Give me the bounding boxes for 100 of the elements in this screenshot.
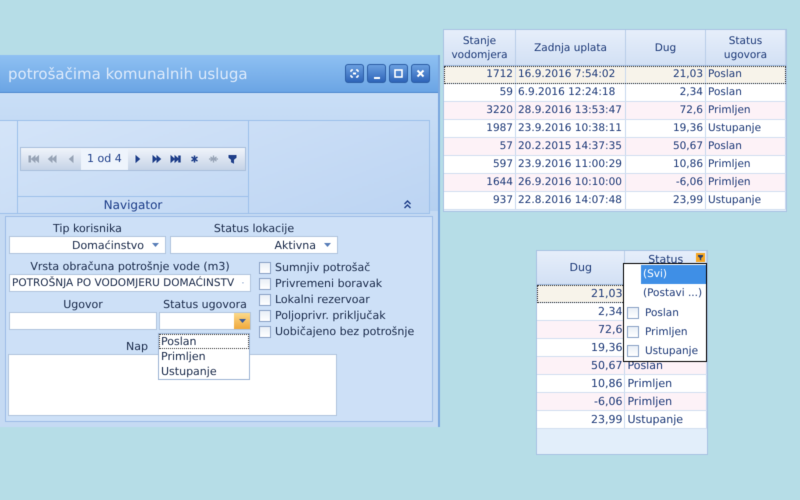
asterisk-icon (188, 154, 200, 164)
table-cell: 21,03 (626, 66, 706, 83)
table-row[interactable]: -6,06 Primljen (537, 393, 707, 411)
table-cell: 72,6 (626, 102, 706, 119)
dropdown[interactable] (159, 312, 251, 330)
table-cell: Primljen (625, 375, 707, 392)
maximize-icon (392, 67, 405, 80)
table-cell: 26.9.2016 10:10:00 (516, 174, 626, 191)
group-label: Navigator (18, 196, 248, 213)
field-label: Nap (126, 340, 148, 353)
close-icon (414, 67, 427, 80)
dropdown[interactable]: POTROŠNJA PO VODOMJERU DOMAĆINSTV (9, 274, 251, 292)
column-header[interactable]: Zadnja uplata (516, 30, 626, 65)
table-cell: 50,67 (626, 138, 706, 155)
table-cell: Primljen (706, 156, 786, 173)
table-cell: 16.9.2016 7:54:02 (516, 66, 626, 83)
table-row[interactable]: 1712 16.9.2016 7:54:02 21,03 Poslan (444, 66, 786, 84)
table-cell: 23.9.2016 10:38:11 (516, 120, 626, 137)
checkbox[interactable] (259, 278, 271, 290)
table-cell: -6,06 (626, 174, 706, 191)
dropdown-option[interactable]: Primljen (159, 349, 249, 364)
minimize-button[interactable] (367, 64, 386, 83)
column-header[interactable]: Stanje vodomjera (444, 30, 516, 65)
checkbox[interactable] (627, 344, 639, 356)
table-cell: Ustupanje (625, 411, 707, 428)
table-cell: 10,86 (626, 156, 706, 173)
maximize-button[interactable] (389, 64, 408, 83)
table-row[interactable]: 59 6.9.2016 12:24:18 2,34 Poslan (444, 84, 786, 102)
checkbox-label: Ustupanje (645, 344, 698, 356)
checkbox-label: Poslan (645, 306, 679, 318)
field-label: Ugovor (63, 298, 103, 312)
table-cell: 23,99 (626, 192, 706, 209)
checkbox[interactable] (627, 326, 639, 338)
table-row[interactable]: 937 22.8.2016 14:07:48 23,99 Ustupanje (444, 192, 786, 210)
table-row[interactable]: 1644 26.9.2016 10:10:00 -6,06 Primljen (444, 174, 786, 192)
table-cell: 597 (444, 156, 516, 173)
checkbox-label: Sumnjiv potrošač (275, 261, 370, 274)
menu-item[interactable]: (Postavi ...) (641, 284, 706, 303)
restore-icon (348, 67, 361, 80)
table-cell: Poslan (706, 66, 786, 83)
dropdown[interactable]: Domaćinstvo (9, 236, 166, 254)
column-header[interactable]: Status ugovora (706, 30, 786, 65)
field-label: Status ugovora (163, 298, 247, 312)
filter-icon[interactable] (696, 253, 705, 262)
last-record-icon (170, 154, 181, 164)
table-cell: Primljen (706, 174, 786, 191)
double-right-arrow-icon (150, 154, 162, 164)
table-cell: 57 (444, 138, 516, 155)
table-cell: 1644 (444, 174, 516, 191)
dropdown-option[interactable]: Ustupanje (159, 364, 249, 379)
table-cell: 19,36 (626, 120, 706, 137)
dropdown-option[interactable]: Poslan (159, 334, 249, 349)
table-cell: 6.9.2016 12:24:18 (516, 84, 626, 101)
table-row[interactable]: 23,99 Ustupanje (537, 411, 707, 429)
table-cell: 20.2.2015 14:37:35 (516, 138, 626, 155)
record-position: 1 od 4 (81, 148, 128, 170)
caret-icon (324, 243, 331, 247)
checkbox-label: Poljoprivr. priključak (275, 309, 386, 322)
table-cell: Ustupanje (706, 120, 786, 137)
table-cell: -6,06 (537, 393, 626, 410)
minimize-icon (374, 76, 380, 78)
close-button[interactable] (411, 64, 430, 83)
table-cell: 1712 (444, 66, 516, 83)
table-cell: 59 (444, 84, 516, 101)
table-cell: 23,99 (537, 411, 626, 428)
field-label: Status lokacije (214, 222, 294, 236)
checkbox[interactable] (259, 294, 271, 306)
table-row[interactable]: 597 23.9.2016 11:00:29 10,86 Primljen (444, 156, 786, 174)
field-label: Vrsta obračuna potrošnje vode (m3) (30, 260, 230, 274)
column-header[interactable]: Dug (626, 30, 706, 65)
caret-icon (238, 319, 246, 323)
checkbox[interactable] (627, 306, 639, 318)
input-field[interactable] (9, 312, 157, 330)
table-row[interactable]: 10,86 Primljen (537, 375, 707, 393)
table-cell: Primljen (625, 393, 707, 410)
table-cell: 937 (444, 192, 516, 209)
table-cell: 28.9.2016 13:53:47 (516, 102, 626, 119)
checkbox[interactable] (259, 326, 271, 338)
collapse-icon[interactable] (404, 200, 411, 209)
filter-icon (226, 154, 238, 164)
first-record-icon (28, 154, 39, 164)
table-cell: 1987 (444, 120, 516, 137)
checkbox[interactable] (259, 262, 271, 274)
restore-button[interactable] (345, 64, 364, 83)
window-title: potrošačima komunalnih usluga (8, 64, 249, 82)
field-label: Tip korisnika (53, 222, 122, 236)
crossed-asterisk-icon (208, 154, 219, 164)
checkbox[interactable] (259, 310, 271, 322)
checkbox-label: Primljen (645, 326, 688, 338)
double-left-arrow-icon (47, 154, 58, 164)
table-cell: 2,34 (626, 84, 706, 101)
table-row[interactable]: 57 20.2.2015 14:37:35 50,67 Poslan (444, 138, 786, 156)
dropdown[interactable]: Aktivna (170, 236, 338, 254)
table-cell: 3220 (444, 102, 516, 119)
table-cell: 22.8.2016 14:07:48 (516, 192, 626, 209)
checkbox-label: Lokalni rezervoar (275, 293, 370, 306)
table-row[interactable]: 3220 28.9.2016 13:53:47 72,6 Primljen (444, 102, 786, 120)
caret-icon (152, 243, 159, 247)
table-cell: 10,86 (537, 375, 626, 392)
table-row[interactable]: 1987 23.9.2016 10:38:11 19,36 Ustupanje (444, 120, 786, 138)
